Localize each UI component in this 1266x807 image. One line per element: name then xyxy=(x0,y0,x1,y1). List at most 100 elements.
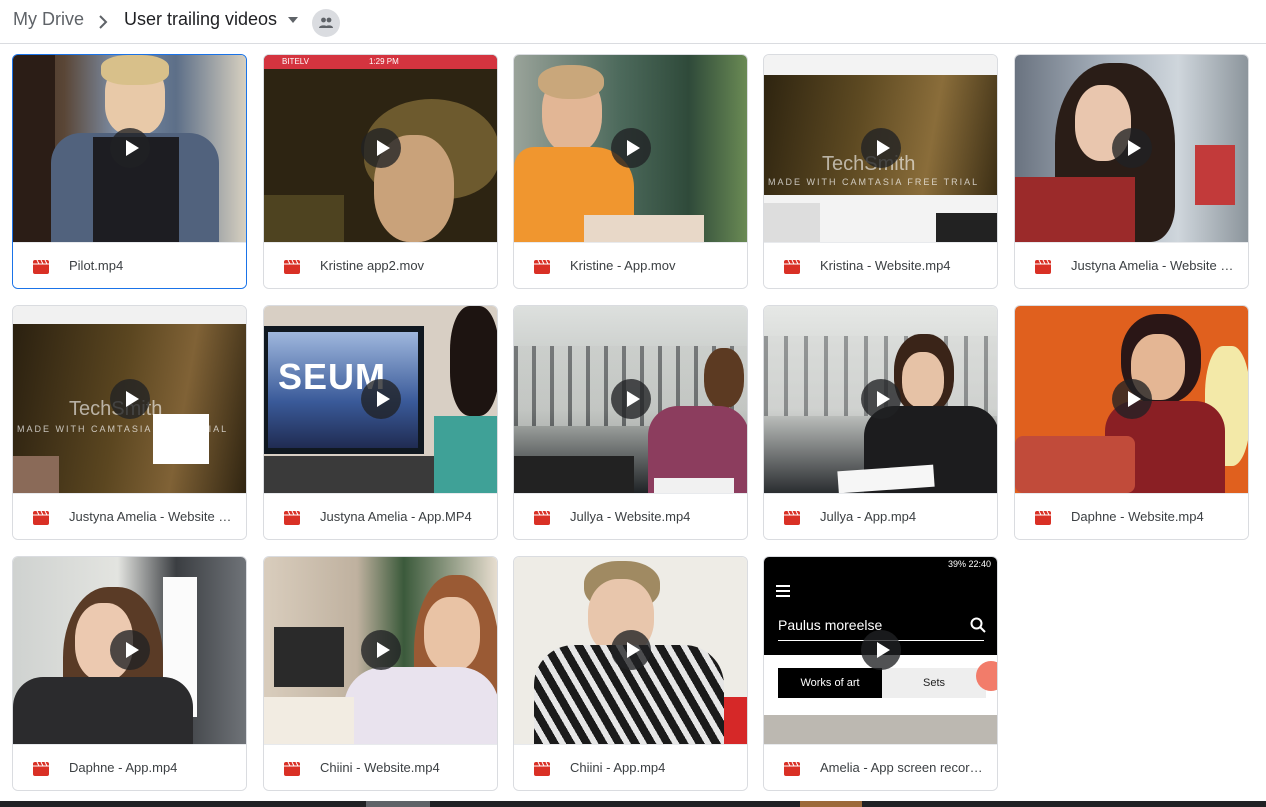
video-file-icon xyxy=(1035,510,1051,525)
file-card-footer: Kristine - App.mov xyxy=(514,242,747,288)
file-name: Justyna Amelia - Website … xyxy=(1071,258,1234,273)
video-thumbnail: SEUM xyxy=(264,306,497,493)
video-file-icon xyxy=(284,761,300,776)
play-icon[interactable] xyxy=(611,630,651,670)
video-file-icon xyxy=(284,259,300,274)
file-card[interactable]: Pilot.mp4 xyxy=(12,54,247,289)
file-card-footer: Justyna Amelia - Website … xyxy=(1015,242,1248,288)
file-card-footer: Amelia - App screen record… xyxy=(764,744,997,790)
play-icon[interactable] xyxy=(110,128,150,168)
video-file-icon xyxy=(1035,259,1051,274)
video-thumbnail: BITELV 1:29 PM xyxy=(264,55,497,242)
file-name: Justyna Amelia - App.MP4 xyxy=(320,509,472,524)
file-name: Amelia - App screen record… xyxy=(820,760,988,775)
chevron-right-icon xyxy=(99,15,108,29)
video-file-icon xyxy=(534,259,550,274)
phone-status-bar: 39% 22:40 xyxy=(764,557,997,573)
file-card[interactable]: TechSmith MADE WITH CAMTASIA FREE TRIAL … xyxy=(763,54,998,289)
hamburger-menu-icon xyxy=(776,585,790,597)
video-thumbnail xyxy=(1015,55,1248,242)
video-thumbnail xyxy=(264,557,497,744)
video-thumbnail xyxy=(514,306,747,493)
file-name: Pilot.mp4 xyxy=(69,258,124,273)
file-card[interactable]: Jullya - App.mp4 xyxy=(763,305,998,540)
phone-status-text: 39% 22:40 xyxy=(947,559,991,569)
file-name: Daphne - Website.mp4 xyxy=(1071,509,1204,524)
video-file-icon xyxy=(784,761,800,776)
file-card[interactable]: Kristine - App.mov xyxy=(513,54,748,289)
file-name: Chiini - App.mp4 xyxy=(570,760,666,775)
caret-down-icon[interactable] xyxy=(286,13,300,27)
file-card-footer: Justyna Amelia - Website … xyxy=(13,493,246,539)
file-card[interactable]: Chiini - App.mp4 xyxy=(513,556,748,791)
file-card-footer: Daphne - Website.mp4 xyxy=(1015,493,1248,539)
video-file-icon xyxy=(784,259,800,274)
video-thumbnail xyxy=(514,557,747,744)
play-icon[interactable] xyxy=(110,630,150,670)
play-icon[interactable] xyxy=(110,379,150,419)
play-icon[interactable] xyxy=(361,630,401,670)
phone-tab-works: Works of art xyxy=(778,668,882,698)
file-card[interactable]: SEUM Justyna Amelia - App.MP4 xyxy=(263,305,498,540)
file-card[interactable]: Chiini - Website.mp4 xyxy=(263,556,498,791)
video-thumbnail: TechSmith MADE WITH CAMTASIA FREE TRIAL xyxy=(764,55,997,242)
video-thumbnail: TechSmith MADE WITH CAMTASIA FREE TRIAL xyxy=(13,306,246,493)
play-icon[interactable] xyxy=(361,128,401,168)
file-name: Justyna Amelia - Website … xyxy=(69,509,232,524)
file-name: Chiini - Website.mp4 xyxy=(320,760,440,775)
video-file-icon xyxy=(33,510,49,525)
play-icon[interactable] xyxy=(611,379,651,419)
watermark-trial: MADE WITH CAMTASIA FREE TRIAL xyxy=(768,177,980,187)
video-file-icon xyxy=(284,510,300,525)
taskbar-strip xyxy=(0,801,1266,807)
play-icon[interactable] xyxy=(861,630,901,670)
file-card-footer: Kristine app2.mov xyxy=(264,242,497,288)
file-name: Kristine - App.mov xyxy=(570,258,676,273)
video-file-icon xyxy=(534,510,550,525)
phone-tab-sets: Sets xyxy=(882,668,986,698)
phone-search-text: Paulus moreelse xyxy=(778,617,883,633)
video-thumbnail xyxy=(1015,306,1248,493)
file-card[interactable]: 39% 22:40 Paulus moreelse Works of art S… xyxy=(763,556,998,791)
file-card[interactable]: BITELV 1:29 PM Kristine app2.mov xyxy=(263,54,498,289)
video-file-icon xyxy=(534,761,550,776)
file-card[interactable]: Daphne - App.mp4 xyxy=(12,556,247,791)
breadcrumb-my-drive[interactable]: My Drive xyxy=(13,9,84,30)
video-thumbnail: 39% 22:40 Paulus moreelse Works of art S… xyxy=(764,557,997,744)
file-name: Daphne - App.mp4 xyxy=(69,760,178,775)
play-icon[interactable] xyxy=(861,128,901,168)
file-card[interactable]: Daphne - Website.mp4 xyxy=(1014,305,1249,540)
file-card-footer: Chiini - App.mp4 xyxy=(514,744,747,790)
shared-folder-icon[interactable] xyxy=(312,9,340,37)
video-thumbnail xyxy=(514,55,747,242)
play-icon[interactable] xyxy=(861,379,901,419)
file-card-footer: Chiini - Website.mp4 xyxy=(264,744,497,790)
play-icon[interactable] xyxy=(1112,379,1152,419)
file-card-footer: Justyna Amelia - App.MP4 xyxy=(264,493,497,539)
file-card-footer: Kristina - Website.mp4 xyxy=(764,242,997,288)
video-thumbnail xyxy=(13,55,246,242)
file-card-footer: Pilot.mp4 xyxy=(13,242,246,288)
file-card[interactable]: Jullya - Website.mp4 xyxy=(513,305,748,540)
breadcrumb-current-folder[interactable]: User trailing videos xyxy=(124,9,277,30)
video-file-icon xyxy=(33,761,49,776)
play-icon[interactable] xyxy=(361,379,401,419)
file-name: Kristine app2.mov xyxy=(320,258,425,273)
file-card-footer: Jullya - App.mp4 xyxy=(764,493,997,539)
file-card-footer: Jullya - Website.mp4 xyxy=(514,493,747,539)
video-file-icon xyxy=(33,259,49,274)
breadcrumb: My Drive User trailing videos xyxy=(0,0,1266,44)
phone-status-carrier: BITELV xyxy=(282,57,309,66)
file-card[interactable]: TechSmith MADE WITH CAMTASIA FREE TRIAL … xyxy=(12,305,247,540)
play-icon[interactable] xyxy=(611,128,651,168)
play-icon[interactable] xyxy=(1112,128,1152,168)
file-card[interactable]: Justyna Amelia - Website … xyxy=(1014,54,1249,289)
file-name: Jullya - App.mp4 xyxy=(820,509,917,524)
video-file-icon xyxy=(784,510,800,525)
search-icon xyxy=(970,617,986,633)
video-thumbnail xyxy=(764,306,997,493)
file-name: Kristina - Website.mp4 xyxy=(820,258,951,273)
file-name: Jullya - Website.mp4 xyxy=(570,509,691,524)
phone-status-time: 1:29 PM xyxy=(369,57,399,66)
video-thumbnail xyxy=(13,557,246,744)
